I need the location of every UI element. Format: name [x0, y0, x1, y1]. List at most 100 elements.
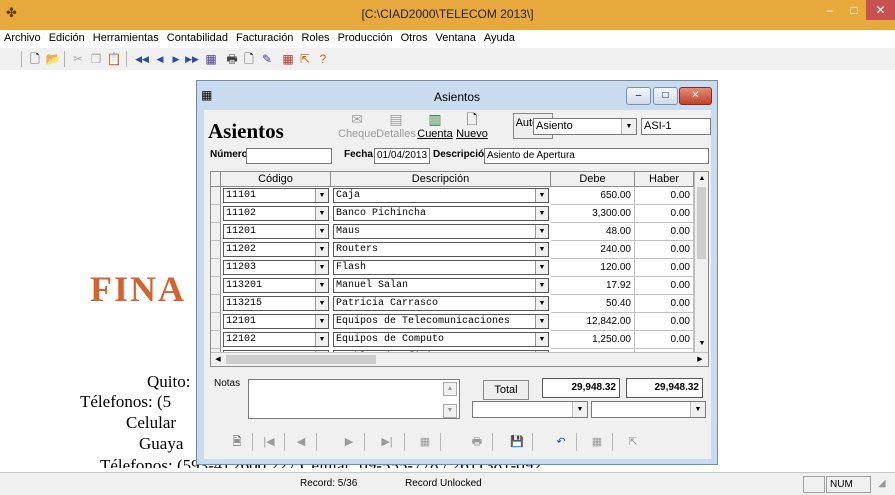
descripcion-combo[interactable]: Caja ▼ — [333, 188, 549, 203]
print-icon[interactable]: 🖶 — [468, 434, 486, 450]
table-row[interactable]: 12102 ▼ Equipos de Computo ▼ 1,250.00 0.00 — [211, 331, 708, 349]
codigo-combo[interactable]: 113201 ▼ — [223, 278, 329, 293]
codigo-combo[interactable]: 12102 ▼ — [223, 332, 329, 347]
delete-record-icon[interactable]: ▦ — [588, 434, 606, 450]
exit-icon[interactable]: ⇱ — [297, 51, 313, 67]
scroll-up-icon[interactable]: ▲ — [443, 382, 457, 396]
menu-herramientas[interactable]: Herramientas — [89, 30, 163, 44]
scroll-up-icon[interactable]: ▲ — [696, 173, 708, 185]
cut-icon[interactable]: ✂ — [70, 51, 86, 67]
codigo-combo[interactable]: 11201 ▼ — [223, 224, 329, 239]
close-icon[interactable]: ✕ — [866, 0, 895, 20]
debe-cell[interactable]: 240.00 — [551, 241, 635, 259]
codigo-asiento-field[interactable]: ASI-1 — [641, 118, 711, 135]
fecha-field[interactable]: 01/04/2013 — [374, 148, 430, 164]
descripcion-combo[interactable]: Patricia Carrasco ▼ — [333, 296, 549, 311]
row-selector[interactable] — [211, 223, 221, 241]
scroll-right-icon[interactable]: ▶ — [694, 354, 706, 366]
menu-facturacion[interactable]: Facturación — [232, 30, 297, 44]
table-row[interactable]: 11101 ▼ Caja ▼ 650.00 0.00 — [211, 187, 708, 205]
next-record-icon[interactable]: ▶ — [168, 51, 184, 67]
debe-cell[interactable]: 50.40 — [551, 295, 635, 313]
haber-cell[interactable]: 0.00 — [635, 331, 694, 349]
scroll-down-icon[interactable]: ▼ — [696, 338, 708, 350]
descripcion-field[interactable]: Asiento de Apertura — [484, 148, 709, 164]
codigo-combo[interactable]: 12101 ▼ — [223, 314, 329, 329]
haber-cell[interactable]: 0.00 — [635, 223, 694, 241]
tipo-asiento-select[interactable]: Asiento ▼ — [533, 118, 637, 135]
table-row[interactable]: 12101 ▼ Equipos de Telecomunicaciones ▼ 12,8… — [211, 313, 708, 331]
filter-select-2[interactable]: ▼ — [591, 401, 706, 418]
new-record-icon[interactable]: 🗋 — [241, 51, 257, 67]
total-button[interactable]: Total — [483, 380, 529, 400]
paste-icon[interactable]: 📋 — [106, 51, 122, 67]
column-header-haber[interactable]: Haber — [635, 172, 694, 186]
horizontal-scrollbar[interactable]: ◀ ▶ — [211, 352, 708, 366]
scroll-thumb[interactable] — [226, 355, 376, 364]
cuenta-button[interactable]: ▥ Cuenta — [416, 110, 454, 142]
descripcion-combo[interactable]: Maus ▼ — [333, 224, 549, 239]
row-selector[interactable] — [211, 295, 221, 313]
new-document-icon[interactable]: 🗋 — [27, 51, 43, 67]
column-header-debe[interactable]: Debe — [551, 172, 635, 186]
table-row[interactable]: 11201 ▼ Maus ▼ 48.00 0.00 — [211, 223, 708, 241]
descripcion-combo[interactable]: Manuel Salan ▼ — [333, 278, 549, 293]
table-row[interactable]: 11203 ▼ Flash ▼ 120.00 0.00 — [211, 259, 708, 277]
print-icon[interactable]: 🖶 — [224, 51, 240, 67]
report-icon[interactable]: 🗎 — [228, 434, 246, 450]
scroll-left-icon[interactable]: ◀ — [212, 354, 224, 366]
table-row[interactable]: 11102 ▼ Banco Pichincha ▼ 3,300.00 0.00 — [211, 205, 708, 223]
haber-cell[interactable]: 0.00 — [635, 187, 694, 205]
menu-ventana[interactable]: Ventana — [432, 30, 480, 44]
debe-cell[interactable]: 17.92 — [551, 277, 635, 295]
row-selector[interactable] — [211, 277, 221, 295]
row-selector[interactable] — [211, 187, 221, 205]
menu-produccion[interactable]: Producción — [334, 30, 397, 44]
last-record-icon[interactable]: ▶▶ — [184, 51, 200, 67]
haber-cell[interactable]: 0.00 — [635, 313, 694, 331]
filter-select-1[interactable]: ▼ — [472, 401, 588, 418]
copy-icon[interactable]: ❐ — [88, 51, 104, 67]
find-records-icon[interactable]: ▦ — [416, 434, 434, 450]
row-selector[interactable] — [211, 259, 221, 277]
menu-otros[interactable]: Otros — [397, 30, 432, 44]
first-record-icon[interactable]: |◀ — [260, 434, 278, 450]
column-header-codigo[interactable]: Código — [221, 172, 331, 186]
find-records-icon[interactable]: ▦ — [203, 51, 219, 67]
debe-cell[interactable]: 650.00 — [551, 187, 635, 205]
scroll-down-icon[interactable]: ▼ — [443, 404, 457, 418]
codigo-combo[interactable]: 11203 ▼ — [223, 260, 329, 275]
haber-cell[interactable]: 0.00 — [635, 295, 694, 313]
haber-cell[interactable]: 0.00 — [635, 241, 694, 259]
debe-cell[interactable]: 1,250.00 — [551, 331, 635, 349]
haber-cell[interactable]: 0.00 — [635, 259, 694, 277]
vertical-scrollbar[interactable]: ▲ ▼ — [694, 172, 708, 352]
menu-ayuda[interactable]: Ayuda — [480, 30, 519, 44]
resize-grip-icon[interactable]: ◢ — [878, 476, 886, 491]
previous-record-icon[interactable]: ◀ — [152, 51, 168, 67]
table-row[interactable]: 113201 ▼ Manuel Salan ▼ 17.92 0.00 — [211, 277, 708, 295]
close-icon[interactable]: ✕ — [679, 87, 712, 105]
minimize-icon[interactable]: – — [626, 87, 651, 105]
last-record-icon[interactable]: ▶| — [378, 434, 396, 450]
save-icon[interactable]: 💾 — [508, 434, 526, 450]
descripcion-combo[interactable]: Routers ▼ — [333, 242, 549, 257]
numero-field[interactable] — [246, 148, 332, 164]
menu-archivo[interactable]: Archivo — [0, 30, 45, 44]
row-selector[interactable] — [211, 241, 221, 259]
maximize-icon[interactable]: □ — [842, 0, 866, 20]
debe-cell[interactable]: 48.00 — [551, 223, 635, 241]
previous-record-icon[interactable]: ◀ — [292, 434, 310, 450]
first-record-icon[interactable]: ◀◀ — [134, 51, 150, 67]
descripcion-combo[interactable]: Flash ▼ — [333, 260, 549, 275]
menu-edicion[interactable]: Edición — [45, 30, 89, 44]
notas-textarea[interactable]: ▲ ▼ — [248, 379, 460, 419]
table-row[interactable]: 11202 ▼ Routers ▼ 240.00 0.00 — [211, 241, 708, 259]
undo-icon[interactable]: ↶ — [552, 434, 570, 450]
detalles-button[interactable]: ▤ Detalles — [376, 110, 416, 142]
row-selector[interactable] — [211, 313, 221, 331]
maximize-icon[interactable]: □ — [653, 87, 678, 105]
help-icon[interactable]: ? — [315, 51, 331, 67]
row-selector[interactable] — [211, 205, 221, 223]
next-record-icon[interactable]: ▶ — [340, 434, 358, 450]
